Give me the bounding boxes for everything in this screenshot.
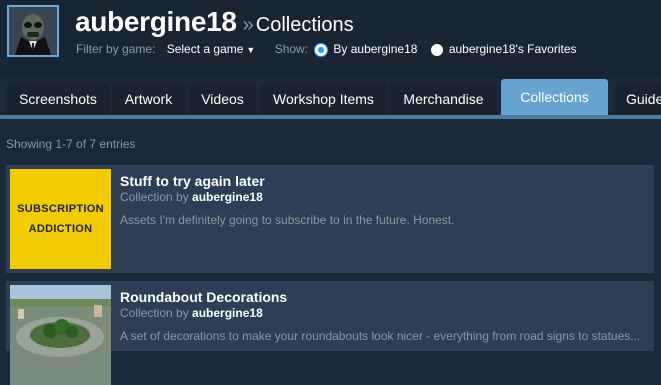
tab-screenshots[interactable]: Screenshots <box>7 84 109 114</box>
avatar-image <box>9 7 57 55</box>
collection-author-line: Collection by aubergine18 <box>120 306 263 320</box>
tab-artwork[interactable]: Artwork <box>112 84 185 114</box>
thumbnail-text-line: ADDICTION <box>28 223 93 235</box>
collection-author[interactable]: aubergine18 <box>192 190 263 204</box>
game-filter-dropdown[interactable]: Select a game ▼ <box>167 42 256 56</box>
filter-bar: Filter by game: Select a game ▼ Show: By … <box>76 42 577 56</box>
profile-username[interactable]: aubergine18 <box>75 6 237 37</box>
profile-header: aubergine18» Collections Filter by game: … <box>0 0 661 78</box>
collection-description: Assets I'm definitely going to subscribe… <box>120 213 455 227</box>
show-label: Show: <box>274 42 309 56</box>
tab-collections[interactable]: Collections <box>501 79 608 116</box>
collection-title[interactable]: Stuff to try again later <box>120 173 265 189</box>
collection-thumbnail[interactable] <box>10 285 111 385</box>
tab-merchandise[interactable]: Merchandise <box>390 84 497 114</box>
collection-item[interactable]: Roundabout Decorations Collection by aub… <box>6 281 654 385</box>
collection-thumbnail[interactable]: SUBSCRIPTION ADDICTION <box>10 169 111 269</box>
radio-favorites-label[interactable]: aubergine18's Favorites <box>449 42 577 56</box>
collection-author[interactable]: aubergine18 <box>192 306 263 320</box>
radio-by-user-label[interactable]: By aubergine18 <box>333 42 417 56</box>
game-filter-value: Select a game <box>166 42 244 56</box>
caret-down-icon: ▼ <box>246 45 256 55</box>
collection-by-label: Collection by <box>120 190 189 204</box>
breadcrumb-section: Collections <box>255 14 354 36</box>
tab-workshop-items[interactable]: Workshop Items <box>260 84 387 114</box>
page-title: aubergine18» Collections <box>75 6 354 38</box>
collection-description: A set of decorations to make your rounda… <box>120 329 641 343</box>
tab-underline <box>0 115 661 119</box>
radio-favorites[interactable] <box>430 44 443 56</box>
avatar[interactable] <box>7 5 59 57</box>
collection-by-label: Collection by <box>120 306 189 320</box>
filter-label: Filter by game: <box>76 42 156 56</box>
tab-guides[interactable]: Guide <box>614 84 661 114</box>
collection-title[interactable]: Roundabout Decorations <box>120 289 287 305</box>
breadcrumb-separator: » <box>242 14 254 36</box>
collection-item[interactable]: SUBSCRIPTION ADDICTION Stuff to try agai… <box>6 165 654 273</box>
thumbnail-text-line: SUBSCRIPTION <box>17 203 104 215</box>
roundabout-thumbnail-image <box>10 285 111 385</box>
tab-videos[interactable]: Videos <box>189 84 256 114</box>
radio-by-user[interactable] <box>315 44 328 56</box>
tab-bar: Screenshots Artwork Videos Workshop Item… <box>0 79 661 116</box>
collection-author-line: Collection by aubergine18 <box>120 190 263 204</box>
entries-count: Showing 1-7 of 7 entries <box>6 137 136 151</box>
